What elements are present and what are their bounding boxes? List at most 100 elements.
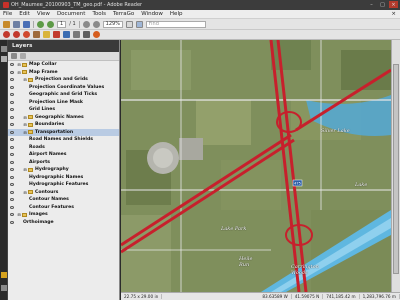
visibility-eye-icon[interactable]	[10, 93, 14, 96]
next-page-icon[interactable]	[47, 20, 54, 28]
expand-toggle-icon[interactable]: ⊟	[17, 62, 21, 67]
geolocator-icon[interactable]	[3, 31, 10, 38]
visibility-eye-icon[interactable]	[10, 168, 14, 171]
gps-icon[interactable]	[23, 31, 30, 38]
visibility-eye-icon[interactable]	[10, 205, 14, 209]
layer-properties-icon[interactable]	[20, 53, 26, 59]
close-button[interactable]: ×	[389, 1, 398, 8]
note-icon[interactable]	[43, 31, 50, 38]
minimize-button[interactable]: –	[367, 1, 376, 8]
pages-icon[interactable]	[1, 46, 7, 52]
layer-row[interactable]: Road Names and Shields	[8, 136, 119, 144]
layer-row[interactable]: Projection Coordinate Values	[8, 84, 119, 92]
layer-row[interactable]: Orthoimage	[8, 219, 119, 227]
layer-row[interactable]: ⊟ Images	[8, 211, 119, 219]
visibility-eye-icon[interactable]	[10, 160, 14, 164]
maximize-button[interactable]: □	[378, 1, 387, 8]
visibility-eye-icon[interactable]	[10, 123, 14, 126]
visibility-eye-icon[interactable]	[10, 130, 14, 134]
visibility-eye-icon[interactable]	[10, 213, 14, 216]
attachments-icon[interactable]	[1, 272, 7, 278]
visibility-eye-icon[interactable]	[10, 190, 14, 194]
layer-row[interactable]: ⊟ Geographic Names	[8, 114, 119, 122]
markup-icon[interactable]	[53, 31, 60, 38]
stamp-icon[interactable]	[33, 31, 40, 38]
visibility-eye-icon[interactable]	[10, 220, 14, 224]
previous-page-icon[interactable]	[37, 20, 44, 28]
menu-help[interactable]: Help	[170, 11, 183, 17]
expand-toggle-icon[interactable]: ⊟	[23, 122, 27, 127]
menu-document[interactable]: Document	[57, 11, 86, 17]
layer-row[interactable]: ⊟ Projection and Grids	[8, 76, 119, 84]
expand-toggle-icon[interactable]: ⊟	[17, 70, 21, 75]
visibility-eye-icon[interactable]	[10, 115, 14, 119]
layer-row[interactable]: ⊟ Transportation	[8, 128, 119, 136]
layer-row[interactable]: ⊟ Boundaries	[8, 121, 119, 129]
layer-row[interactable]: ⊟ Map Collar	[8, 61, 119, 69]
email-icon[interactable]	[23, 20, 30, 28]
layer-row[interactable]: Hydrographic Features	[8, 181, 119, 189]
expand-toggle-icon[interactable]: ⊟	[23, 77, 27, 82]
zoom-in-icon[interactable]	[92, 20, 100, 28]
visibility-eye-icon[interactable]	[10, 145, 14, 149]
visibility-eye-icon[interactable]	[10, 198, 14, 201]
fit-page-icon[interactable]	[125, 20, 133, 28]
menu-window[interactable]: Window	[141, 11, 163, 17]
layer-row[interactable]: Projection Line Mask	[8, 99, 119, 107]
layer-row[interactable]: Roads	[8, 144, 119, 152]
vertical-scrollbar[interactable]	[391, 40, 400, 292]
page-number-input[interactable]: 1	[57, 20, 67, 28]
expand-toggle-icon[interactable]: ⊟	[23, 190, 27, 195]
layer-row[interactable]: Contour Features	[8, 204, 119, 212]
layer-row[interactable]: ⊟ Map Frame	[8, 69, 119, 77]
line-tool-icon[interactable]	[73, 31, 80, 38]
layer-row[interactable]: Contour Names	[8, 196, 119, 204]
comments-icon[interactable]	[1, 285, 7, 291]
layer-row[interactable]: ⊟ Contours	[8, 189, 119, 197]
menu-view[interactable]: View	[37, 11, 50, 17]
visibility-eye-icon[interactable]	[10, 100, 14, 104]
visibility-eye-icon[interactable]	[10, 85, 14, 89]
expand-toggle-icon[interactable]: ⊟	[23, 115, 27, 120]
menu-edit[interactable]: Edit	[19, 11, 30, 17]
layers-icon[interactable]	[1, 56, 7, 62]
terrago-logo-icon[interactable]	[93, 31, 100, 38]
map-view[interactable]: 475 Silver Lake Lake Lake Park Heile Run…	[121, 40, 391, 292]
options-icon[interactable]	[11, 53, 17, 59]
find-input[interactable]: Find	[145, 20, 206, 28]
visibility-eye-icon[interactable]	[10, 108, 14, 111]
shape-tool-icon[interactable]	[83, 31, 90, 38]
layer-row[interactable]: Airport Names	[8, 151, 119, 159]
layers-toolbar	[8, 52, 119, 61]
zoom-out-icon[interactable]	[82, 20, 90, 28]
geomark-icon[interactable]	[13, 31, 20, 38]
visibility-eye-icon[interactable]	[10, 153, 14, 156]
layer-row[interactable]: Grid Lines	[8, 106, 119, 114]
visibility-eye-icon[interactable]	[10, 70, 14, 74]
visibility-eye-icon[interactable]	[10, 175, 14, 179]
menu-file[interactable]: File	[3, 11, 12, 17]
layer-row[interactable]: ⊟ Hydrography	[8, 166, 119, 174]
measure-icon[interactable]	[63, 31, 70, 38]
layer-row[interactable]: Geographic and Grid Ticks	[8, 91, 119, 99]
visibility-eye-icon[interactable]	[10, 138, 14, 141]
expand-toggle-icon[interactable]: ⊟	[23, 130, 27, 135]
close-document-icon[interactable]: ×	[391, 11, 396, 17]
fit-width-icon[interactable]	[135, 20, 143, 28]
scrollbar-thumb[interactable]	[393, 64, 399, 274]
open-icon[interactable]	[3, 20, 10, 28]
expand-toggle-icon[interactable]: ⊟	[23, 167, 27, 172]
layer-label: Contours	[35, 189, 59, 195]
layer-row[interactable]: Airports	[8, 159, 119, 167]
menu-tools[interactable]: Tools	[92, 11, 106, 17]
field-patch	[196, 100, 251, 145]
visibility-eye-icon[interactable]	[10, 63, 14, 66]
expand-toggle-icon[interactable]: ⊟	[17, 212, 21, 217]
menu-terrago[interactable]: TerraGo	[113, 11, 134, 17]
print-icon[interactable]	[13, 20, 20, 28]
folder-icon	[28, 115, 33, 120]
zoom-input[interactable]: 129%	[102, 20, 123, 28]
visibility-eye-icon[interactable]	[10, 183, 14, 186]
layer-row[interactable]: Hydrographic Names	[8, 174, 119, 182]
visibility-eye-icon[interactable]	[10, 78, 14, 81]
